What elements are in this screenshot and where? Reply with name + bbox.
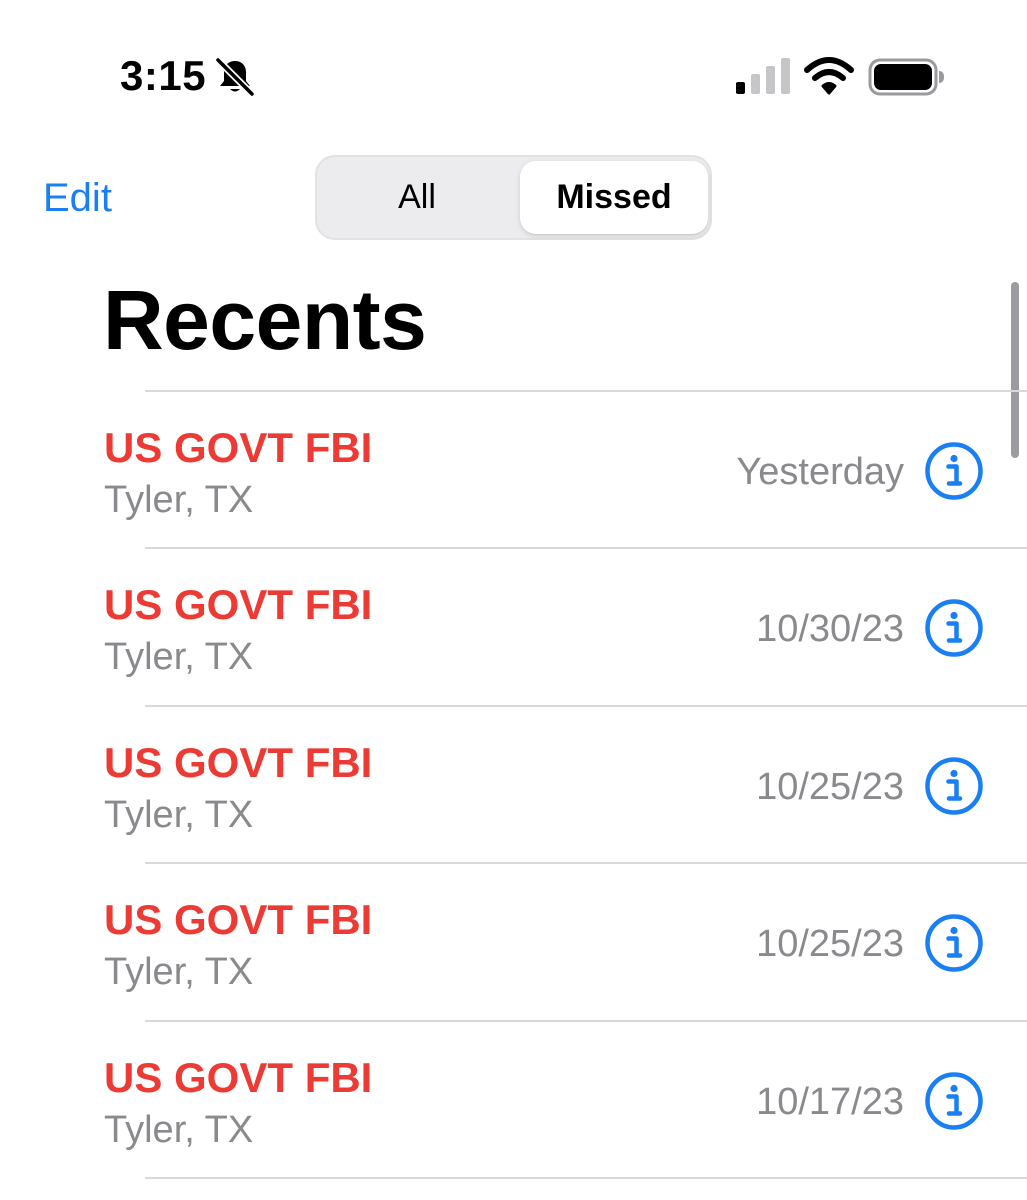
info-icon[interactable] [924,756,984,816]
call-list-item[interactable]: US GOVT FBI Tyler, TX 10/25/23 [0,864,1027,1020]
list-divider [145,1177,1027,1179]
page-title: Recents [103,273,427,367]
segment-missed[interactable]: Missed [520,161,708,234]
call-list-item[interactable]: US GOVT FBI Tyler, TX 10/30/23 [0,549,1027,705]
call-date: 10/30/23 [756,608,904,650]
cellular-signal-icon [736,58,790,94]
caller-name: US GOVT FBI [104,581,373,628]
info-icon[interactable] [924,913,984,973]
battery-icon [868,58,944,96]
status-time: 3:15 [120,52,207,99]
call-date: 10/17/23 [756,1081,904,1123]
info-icon[interactable] [924,441,984,501]
call-list-item[interactable]: US GOVT FBI Tyler, TX 10/17/23 [0,1022,1027,1178]
caller-name: US GOVT FBI [104,1054,373,1101]
caller-location: Tyler, TX [104,479,254,521]
segment-all[interactable]: All [317,157,517,238]
call-list-item[interactable]: US GOVT FBI Tyler, TX Yesterday [0,392,1027,548]
caller-location: Tyler, TX [104,1109,254,1151]
caller-location: Tyler, TX [104,794,254,836]
bell-slash-icon [214,56,256,98]
caller-location: Tyler, TX [104,636,254,678]
edit-button[interactable]: Edit [43,172,112,224]
caller-name: US GOVT FBI [104,739,373,786]
call-date: 10/25/23 [756,766,904,808]
call-filter-segmented-control: All Missed [315,155,712,240]
caller-location: Tyler, TX [104,951,254,993]
call-list-item[interactable]: US GOVT FBI Tyler, TX 10/25/23 [0,707,1027,863]
call-date: 10/25/23 [756,923,904,965]
info-icon[interactable] [924,1071,984,1131]
caller-name: US GOVT FBI [104,424,373,471]
phone-recents-screen: 3:15 Edit All Missed Recents US GOVT FBI… [0,0,1027,1200]
info-icon[interactable] [924,598,984,658]
wifi-icon [804,57,854,95]
call-date: Yesterday [736,451,904,493]
caller-name: US GOVT FBI [104,896,373,943]
